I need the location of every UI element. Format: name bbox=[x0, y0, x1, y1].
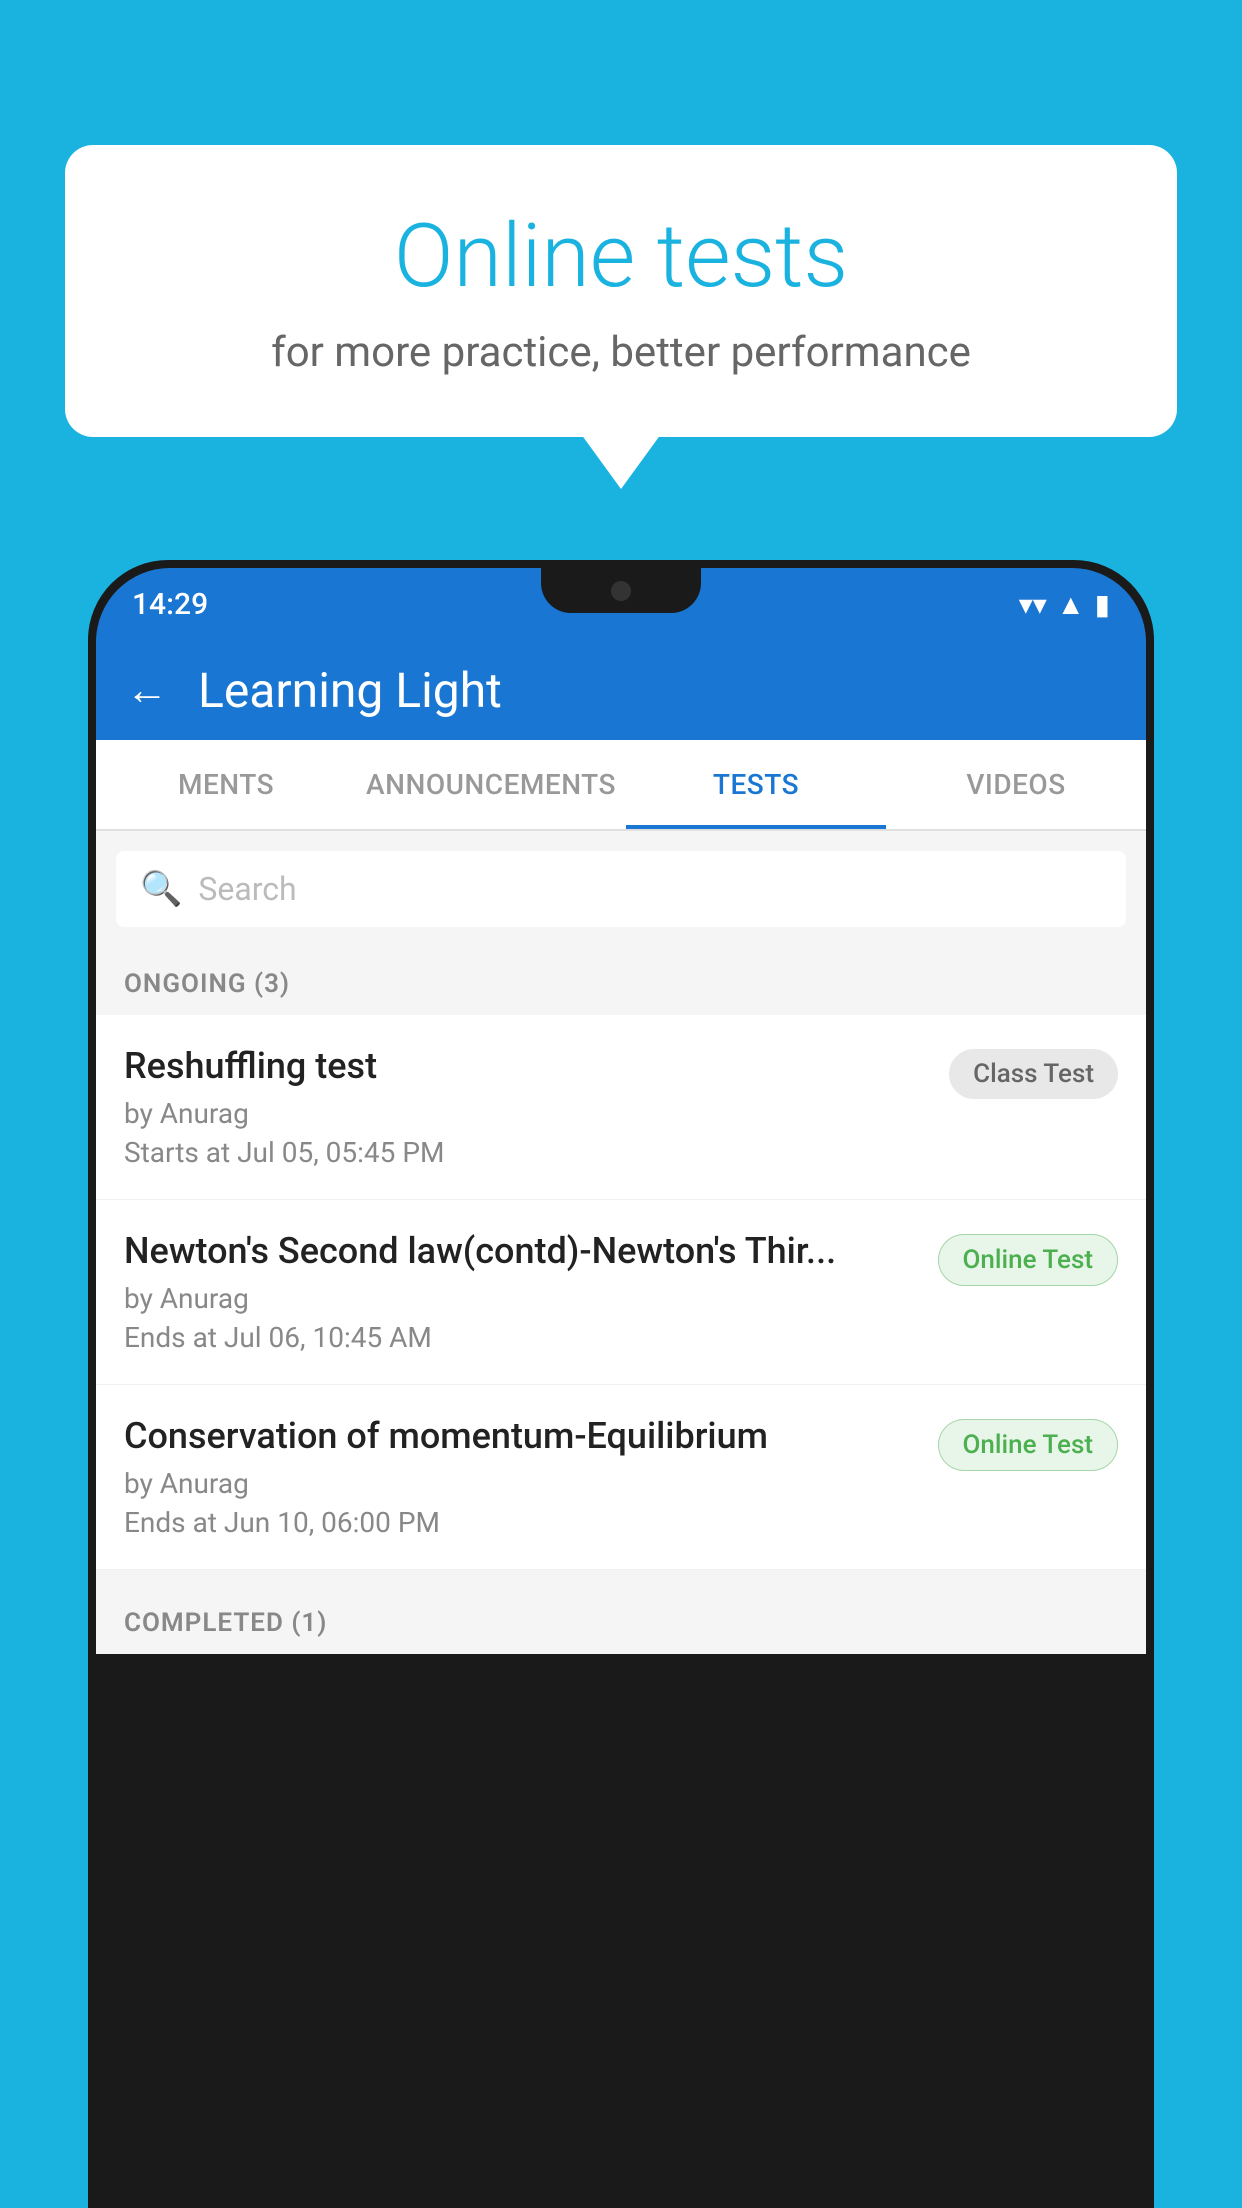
tabs-container: MENTS ANNOUNCEMENTS TESTS VIDEOS bbox=[96, 740, 1146, 831]
test-date-reshuffling: Starts at Jul 05, 05:45 PM bbox=[124, 1136, 929, 1169]
test-date-conservation: Ends at Jun 10, 06:00 PM bbox=[124, 1506, 918, 1539]
screen-content: 🔍 Search ONGOING (3) Reshuffling test by… bbox=[96, 831, 1146, 1654]
test-badge-reshuffling: Class Test bbox=[949, 1049, 1118, 1099]
test-item-newtons[interactable]: Newton's Second law(contd)-Newton's Thir… bbox=[96, 1200, 1146, 1385]
phone-inner: 14:29 ▾▾ ▲ ▮ ← Learning Light MENTS ANNO… bbox=[96, 568, 1146, 2208]
notch bbox=[541, 568, 701, 613]
back-button[interactable]: ← bbox=[126, 666, 168, 715]
test-item-reshuffling[interactable]: Reshuffling test by Anurag Starts at Jul… bbox=[96, 1015, 1146, 1200]
status-icons: ▾▾ ▲ ▮ bbox=[1019, 588, 1110, 621]
speech-bubble: Online tests for more practice, better p… bbox=[65, 145, 1177, 437]
test-name-conservation: Conservation of momentum-Equilibrium bbox=[124, 1415, 918, 1457]
wifi-icon: ▾▾ bbox=[1019, 588, 1047, 621]
search-placeholder: Search bbox=[198, 870, 296, 908]
test-author-newtons: by Anurag bbox=[124, 1282, 918, 1315]
status-bar: 14:29 ▾▾ ▲ ▮ bbox=[96, 568, 1146, 640]
test-name-reshuffling: Reshuffling test bbox=[124, 1045, 929, 1087]
test-name-newtons: Newton's Second law(contd)-Newton's Thir… bbox=[124, 1230, 918, 1272]
speech-bubble-container: Online tests for more practice, better p… bbox=[65, 145, 1177, 437]
test-info-newtons: Newton's Second law(contd)-Newton's Thir… bbox=[124, 1230, 938, 1354]
test-date-newtons: Ends at Jul 06, 10:45 AM bbox=[124, 1321, 918, 1354]
tab-ments[interactable]: MENTS bbox=[96, 740, 356, 829]
tab-videos[interactable]: VIDEOS bbox=[886, 740, 1146, 829]
bubble-title: Online tests bbox=[145, 205, 1097, 308]
app-title: Learning Light bbox=[198, 662, 502, 719]
test-info-conservation: Conservation of momentum-Equilibrium by … bbox=[124, 1415, 938, 1539]
status-time: 14:29 bbox=[132, 587, 208, 622]
tab-tests[interactable]: TESTS bbox=[626, 740, 886, 829]
test-item-conservation[interactable]: Conservation of momentum-Equilibrium by … bbox=[96, 1385, 1146, 1570]
signal-icon: ▲ bbox=[1057, 588, 1085, 621]
test-info-reshuffling: Reshuffling test by Anurag Starts at Jul… bbox=[124, 1045, 949, 1169]
test-author-reshuffling: by Anurag bbox=[124, 1097, 929, 1130]
test-badge-conservation: Online Test bbox=[938, 1419, 1119, 1471]
bubble-subtitle: for more practice, better performance bbox=[145, 328, 1097, 377]
camera-dot bbox=[611, 581, 631, 601]
completed-section-header: COMPLETED (1) bbox=[96, 1586, 1146, 1654]
ongoing-section-header: ONGOING (3) bbox=[96, 947, 1146, 1015]
test-author-conservation: by Anurag bbox=[124, 1467, 918, 1500]
test-badge-newtons: Online Test bbox=[938, 1234, 1119, 1286]
search-icon: 🔍 bbox=[140, 869, 182, 909]
search-bar[interactable]: 🔍 Search bbox=[116, 851, 1126, 927]
battery-icon: ▮ bbox=[1095, 588, 1110, 621]
phone-frame: 14:29 ▾▾ ▲ ▮ ← Learning Light MENTS ANNO… bbox=[88, 560, 1154, 2208]
app-bar: ← Learning Light bbox=[96, 640, 1146, 740]
tab-announcements[interactable]: ANNOUNCEMENTS bbox=[356, 740, 626, 829]
